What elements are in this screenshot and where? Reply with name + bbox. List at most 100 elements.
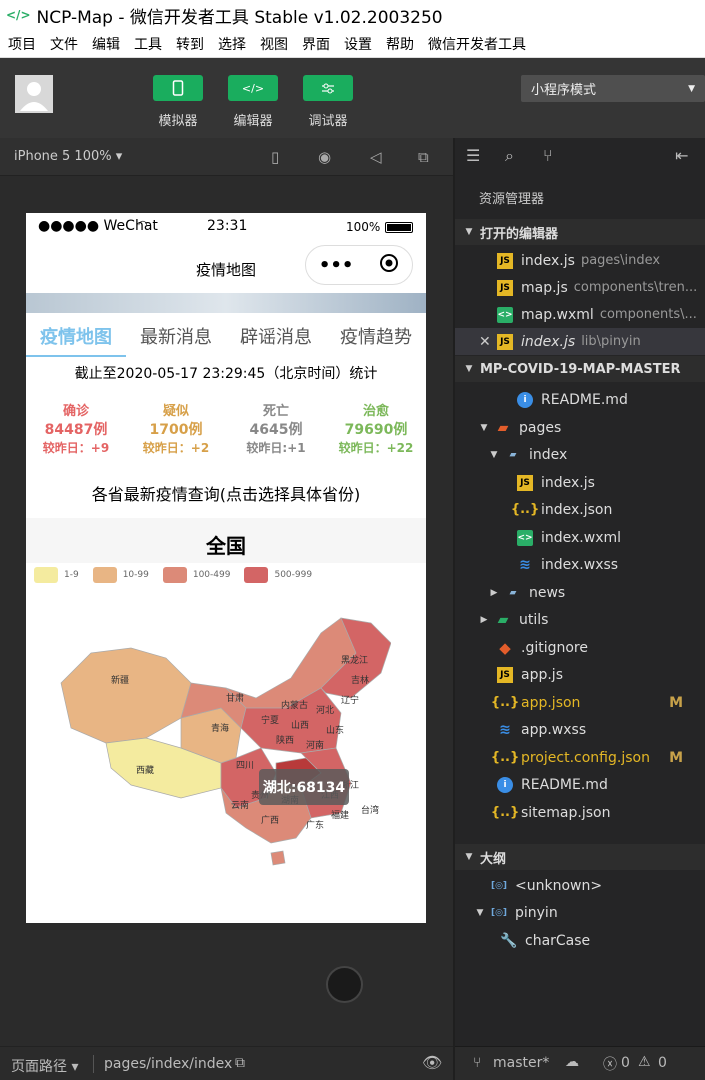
- folder-name: index: [529, 446, 568, 463]
- tree-item[interactable]: ◆ .gitignore: [455, 634, 705, 661]
- rotate-device-icon[interactable]: ▯: [271, 148, 279, 166]
- tab-trends[interactable]: 疫情趋势: [326, 313, 426, 357]
- tree-item[interactable]: JS app.js: [455, 661, 705, 688]
- open-file-active[interactable]: ✕ JS index.js lib\pinyin: [455, 328, 705, 355]
- collapse-panel-icon[interactable]: ⇤: [675, 146, 688, 165]
- copy-icon[interactable]: ⧉: [235, 1055, 245, 1071]
- region-xinjiang: [60, 647, 192, 744]
- js-file-icon: JS: [497, 666, 513, 683]
- tree-item[interactable]: ≋ app.wxss: [455, 716, 705, 743]
- home-button[interactable]: [326, 966, 363, 1003]
- menu-help[interactable]: 帮助: [386, 34, 414, 54]
- stop-record-icon[interactable]: ◉: [318, 148, 331, 166]
- eye-icon[interactable]: 👁: [422, 1053, 442, 1072]
- wifi-icon: ◠: [138, 218, 148, 231]
- chevron-down-icon: ▼: [465, 852, 473, 862]
- debug-sliders-icon: [322, 83, 334, 94]
- menu-tools[interactable]: 工具: [134, 34, 162, 54]
- outline-header[interactable]: ▼ 大纲: [455, 844, 705, 870]
- chevron-down-icon: ▼: [465, 227, 473, 237]
- js-file-icon: JS: [497, 279, 513, 296]
- province-query-heading[interactable]: 各省最新疫情查询(点击选择具体省份): [26, 481, 426, 505]
- popout-window-icon[interactable]: ⧉: [418, 148, 429, 166]
- editor-button[interactable]: </>: [228, 75, 278, 101]
- symbol-icon: [◎]: [490, 907, 508, 918]
- outline-item[interactable]: [◎] <unknown>: [455, 872, 705, 899]
- outline-item[interactable]: 🔧 charCase: [455, 927, 705, 954]
- open-editors-header[interactable]: ▼ 打开的编辑器: [455, 219, 705, 245]
- error-count[interactable]: 0: [621, 1055, 630, 1071]
- open-file[interactable]: JS index.js pages\index: [455, 247, 705, 274]
- tree-item[interactable]: ▶ ▰ news: [455, 579, 705, 606]
- page-path-select[interactable]: 页面路径 ▾: [11, 1056, 78, 1076]
- menu-interface[interactable]: 界面: [302, 34, 330, 54]
- git-file-icon: ◆: [499, 638, 511, 657]
- china-epidemic-map[interactable]: 新疆西藏青海甘肃内蒙古黑龙江吉林辽宁宁夏山西河北陕西四川云南贵州广西湖南广东山东…: [51, 613, 391, 873]
- files-list-icon[interactable]: ☰: [466, 146, 480, 165]
- avatar[interactable]: [15, 75, 53, 113]
- js-file-icon: JS: [497, 333, 513, 350]
- info-file-icon: i: [497, 776, 513, 793]
- warning-icon: ⚠: [638, 1054, 651, 1070]
- tree-item[interactable]: {..} sitemap.json: [455, 799, 705, 826]
- volume-icon[interactable]: ◁: [370, 148, 382, 166]
- tree-item[interactable]: ▼ ▰ pages: [455, 414, 705, 441]
- outline-item[interactable]: ▼ [◎] pinyin: [455, 899, 705, 926]
- tab-rumors[interactable]: 辟谣消息: [226, 313, 326, 357]
- debugger-label: 调试器: [308, 114, 348, 129]
- debugger-button[interactable]: [303, 75, 353, 101]
- menu-view[interactable]: 视图: [260, 34, 288, 54]
- info-file-icon: i: [517, 391, 533, 408]
- close-icon[interactable]: ✕: [479, 334, 497, 350]
- province-label: 甘肃: [226, 692, 244, 704]
- tree-item[interactable]: ▶ ▰ utils: [455, 606, 705, 633]
- menu-settings[interactable]: 设置: [344, 34, 372, 54]
- warning-count[interactable]: 0: [658, 1055, 667, 1071]
- device-select[interactable]: iPhone 5 100% ▾: [14, 149, 122, 164]
- chevron-down-icon: ▼: [476, 907, 484, 918]
- province-label: 广东: [306, 819, 324, 831]
- chevron-right-icon: ▶: [490, 587, 498, 598]
- stat-value: 84487例: [44, 422, 108, 438]
- legend-label: 1-9: [64, 570, 79, 580]
- menu-select[interactable]: 选择: [218, 34, 246, 54]
- stat-recovered: 治愈 79690例 较昨日：+22: [326, 400, 426, 456]
- menu-project[interactable]: 项目: [8, 34, 36, 54]
- git-branch[interactable]: master*: [493, 1055, 549, 1071]
- tree-item[interactable]: {..} index.json: [455, 496, 705, 523]
- tree-item[interactable]: {..} app.json M: [455, 689, 705, 716]
- search-icon[interactable]: ⌕: [505, 146, 514, 166]
- tree-item[interactable]: JS index.js: [455, 469, 705, 496]
- tree-item[interactable]: i README.md: [455, 771, 705, 798]
- clock-text: 23:31: [207, 218, 248, 234]
- tree-item[interactable]: ≋ index.wxss: [455, 551, 705, 578]
- open-file[interactable]: JS map.js components\tren...: [455, 274, 705, 301]
- simulator-area: ●●●●● WeChat ◠ 23:31 100% 疫情地图 ••• 疫情地图 …: [0, 176, 453, 1046]
- source-control-icon[interactable]: ⑂: [543, 146, 553, 165]
- simulator-button[interactable]: [153, 75, 203, 101]
- status-bar: ⑂ master* ☁ ⓧ 0 ⚠ 0: [455, 1046, 705, 1080]
- sync-cloud-icon[interactable]: ☁: [565, 1054, 579, 1070]
- menu-file[interactable]: 文件: [50, 34, 78, 54]
- tree-item[interactable]: {..} project.config.json M: [455, 744, 705, 771]
- file-name: README.md: [541, 391, 628, 408]
- chevron-down-icon: ▼: [480, 422, 488, 433]
- capsule-menu[interactable]: •••: [305, 245, 413, 285]
- menu-goto[interactable]: 转到: [176, 34, 204, 54]
- tree-item[interactable]: <> index.wxml: [455, 524, 705, 551]
- tree-item[interactable]: ▼ ▰ index: [455, 441, 705, 468]
- open-file[interactable]: <> map.wxml components\...: [455, 301, 705, 328]
- code-icon: </>: [241, 81, 265, 95]
- mode-select[interactable]: 小程序模式 ▼: [521, 75, 705, 102]
- close-miniprogram-icon[interactable]: [379, 253, 399, 278]
- more-dots-icon[interactable]: •••: [319, 255, 354, 276]
- modified-badge: M: [669, 749, 683, 766]
- project-header[interactable]: ▼ MP-COVID-19-MAP-MASTER: [455, 356, 705, 382]
- tab-epidemic-map[interactable]: 疫情地图: [26, 313, 126, 357]
- wxml-file-icon: <>: [517, 529, 533, 546]
- tab-latest-news[interactable]: 最新消息: [126, 313, 226, 357]
- menu-wechat-devtools[interactable]: 微信开发者工具: [428, 34, 526, 54]
- tree-item[interactable]: i README.md: [455, 386, 705, 413]
- stat-delta: 较昨日：+2: [142, 441, 210, 455]
- menu-edit[interactable]: 编辑: [92, 34, 120, 54]
